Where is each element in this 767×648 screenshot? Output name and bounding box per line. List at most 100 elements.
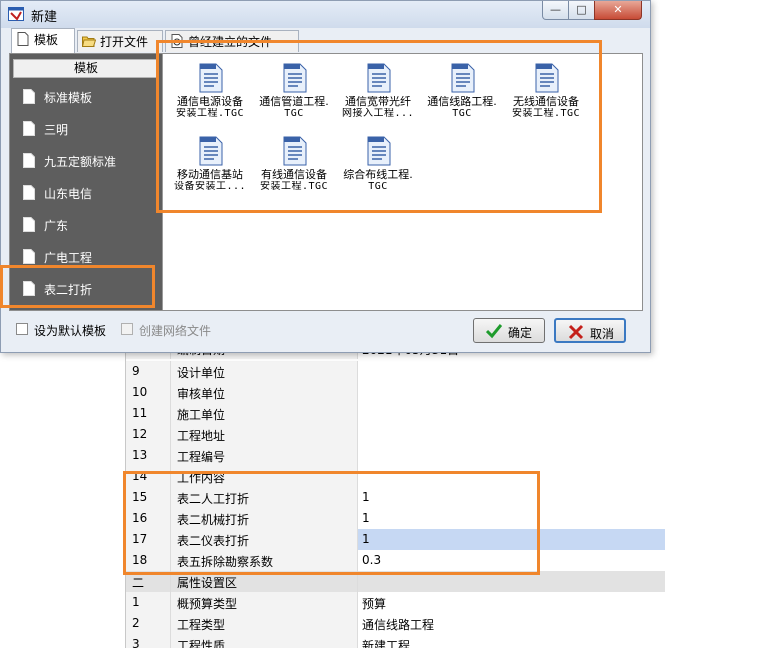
grid-row-value[interactable] (358, 361, 665, 382)
cancel-button[interactable]: 取消 (554, 318, 626, 343)
grid-row-value[interactable]: 通信线路工程 (358, 613, 665, 634)
template-item[interactable]: 通信管道工程. TGC (251, 60, 337, 130)
ok-button[interactable]: 确定 (473, 318, 545, 343)
sidebar-item-table2-discount[interactable]: 表二打折 (10, 273, 162, 305)
tab-strip: 模板 打开文件 曾经建立的文件 (7, 28, 645, 53)
document-icon (367, 63, 391, 93)
grid-row-value[interactable] (358, 382, 665, 403)
minimize-button[interactable]: — (542, 1, 569, 20)
template-name-line2: TGC (368, 181, 388, 192)
sidebar-item-label: 山东电信 (44, 187, 93, 201)
sidebar-item-label: 表二打折 (44, 283, 93, 297)
grid-row-value[interactable]: 新建工程 (358, 634, 665, 648)
create-network-file-label: 创建网络文件 (139, 324, 212, 338)
grid-row[interactable]: 9 设计单位 (126, 361, 665, 382)
template-item[interactable]: 移动通信基站 设备安装工... (167, 133, 253, 203)
grid-row-value[interactable] (358, 403, 665, 424)
grid-row-name: 审核单位 (171, 382, 358, 403)
create-network-file-checkbox[interactable] (121, 323, 133, 335)
grid-row-value[interactable]: 预算 (358, 592, 665, 613)
sidebar-item-broadcast[interactable]: 广电工程 (10, 241, 162, 273)
sidebar-item-standard[interactable]: 标准模板 (10, 81, 162, 113)
close-button[interactable]: ✕ (594, 1, 642, 20)
default-template-label: 设为默认模板 (34, 324, 107, 338)
document-icon (17, 32, 29, 46)
ok-label: 确定 (508, 326, 533, 340)
grid-row-name: 施工单位 (171, 403, 358, 424)
template-name-line2: 安装工程.TGC (259, 181, 329, 192)
template-category-sidebar: 模板 标准模板 三明 九五定额标准 山东电信 广东 广电工程 表二打折 (10, 54, 162, 310)
document-icon (23, 249, 35, 264)
grid-row-number: 12 (126, 424, 171, 445)
grid-row[interactable]: 12 工程地址 (126, 424, 665, 445)
grid-row-value[interactable] (358, 424, 665, 445)
grid-row-value[interactable]: 1 (358, 508, 665, 529)
grid-row-value[interactable]: 1 (358, 487, 665, 508)
folder-open-icon (82, 36, 96, 47)
new-file-dialog: 新建 — □ ✕ 模板 打开文件 曾经建立的文件 模板 标准模板 三明 九五定额… (0, 0, 651, 353)
tab-templates[interactable]: 模板 (11, 28, 75, 53)
template-name-line1: 综合布线工程. (343, 169, 413, 181)
grid-row[interactable]: 13 工程编号 (126, 445, 665, 466)
template-item[interactable]: 通信线路工程. TGC (419, 60, 505, 130)
grid-row[interactable]: 14 工作内容 (126, 466, 665, 487)
grid-row-value[interactable]: 0.3 (358, 550, 665, 571)
grid-row-selected[interactable]: 17 表二仪表打折 1 (126, 529, 665, 550)
document-icon (199, 63, 223, 93)
tab-label: 模板 (34, 33, 59, 47)
grid-row-value[interactable] (358, 466, 665, 487)
property-grid: 8 编制日期 2021年05月31日 9 设计单位 10 审核单位 11 施工单… (125, 340, 665, 648)
template-item[interactable]: 综合布线工程. TGC (335, 133, 421, 203)
grid-row[interactable]: 1 概预算类型 预算 (126, 592, 665, 613)
grid-row[interactable]: 16 表二机械打折 1 (126, 508, 665, 529)
grid-row-number: 13 (126, 445, 171, 466)
grid-row-number: 16 (126, 508, 171, 529)
sidebar-header: 模板 (13, 59, 159, 78)
template-name-line2: 安装工程.TGC (511, 108, 581, 119)
grid-row[interactable]: 11 施工单位 (126, 403, 665, 424)
app-icon (8, 7, 24, 21)
sidebar-item-label: 三明 (44, 123, 69, 137)
grid-section-header[interactable]: 二 属性设置区 (126, 571, 665, 592)
grid-row-number: 2 (126, 613, 171, 634)
title-bar[interactable]: 新建 — □ ✕ (1, 1, 650, 28)
grid-row-name: 设计单位 (171, 361, 358, 382)
grid-row-name: 表二人工打折 (171, 487, 358, 508)
grid-row-value[interactable] (358, 445, 665, 466)
grid-row[interactable]: 15 表二人工打折 1 (126, 487, 665, 508)
template-item[interactable]: 通信宽带光纤 网接入工程... (335, 60, 421, 130)
maximize-button[interactable]: □ (568, 1, 595, 20)
grid-row-value[interactable]: 1 (358, 529, 665, 550)
template-name-line1: 移动通信基站 (177, 169, 243, 181)
sidebar-item-shandong-telecom[interactable]: 山东电信 (10, 177, 162, 209)
grid-row-name: 工程地址 (171, 424, 358, 445)
sidebar-item-label: 广电工程 (44, 251, 93, 265)
template-item[interactable]: 通信电源设备 安装工程.TGC (167, 60, 253, 130)
dialog-title: 新建 (31, 10, 58, 25)
template-item[interactable]: 有线通信设备 安装工程.TGC (251, 133, 337, 203)
tab-open-file[interactable]: 打开文件 (77, 30, 163, 52)
sidebar-item-label: 九五定额标准 (44, 155, 117, 169)
grid-row-name: 表二仪表打折 (171, 529, 358, 550)
grid-row[interactable]: 10 审核单位 (126, 382, 665, 403)
grid-row[interactable]: 2 工程类型 通信线路工程 (126, 613, 665, 634)
template-name-line2: 安装工程.TGC (175, 108, 245, 119)
grid-row[interactable]: 3 工程性质 新建工程 (126, 634, 665, 648)
default-template-checkbox[interactable] (16, 323, 28, 335)
grid-row-number: 11 (126, 403, 171, 424)
grid-row-name: 表二机械打折 (171, 508, 358, 529)
sidebar-item-guangdong[interactable]: 广东 (10, 209, 162, 241)
grid-row-name: 工程类型 (171, 613, 358, 634)
document-icon (283, 136, 307, 166)
template-item[interactable]: 无线通信设备 安装工程.TGC (503, 60, 589, 130)
grid-row[interactable]: 18 表五拆除勘察系数 0.3 (126, 550, 665, 571)
maximize-icon: □ (576, 3, 587, 16)
grid-row-name: 工程编号 (171, 445, 358, 466)
close-icon: ✕ (613, 3, 623, 16)
tab-recent-files[interactable]: 曾经建立的文件 (165, 30, 299, 52)
sidebar-item-95-quota[interactable]: 九五定额标准 (10, 145, 162, 177)
document-icon (23, 281, 35, 296)
sidebar-item-sanming[interactable]: 三明 (10, 113, 162, 145)
grid-row-name: 表五拆除勘察系数 (171, 550, 358, 571)
document-icon (23, 217, 35, 232)
